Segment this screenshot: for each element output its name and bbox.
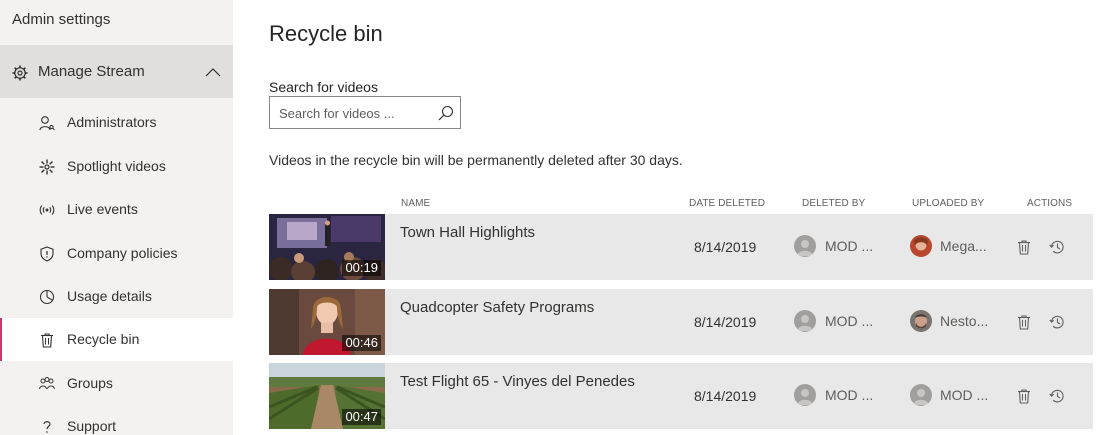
- sidebar-item-label: Groups: [67, 375, 113, 391]
- video-title[interactable]: Quadcopter Safety Programs: [400, 299, 594, 316]
- column-header-date-deleted[interactable]: DATE DELETED: [689, 198, 765, 209]
- gear-icon: [12, 65, 28, 81]
- column-header-deleted-by[interactable]: DELETED BY: [802, 198, 865, 209]
- sidebar-item-groups[interactable]: Groups: [0, 362, 233, 405]
- person-placeholder-icon: [913, 389, 929, 405]
- spotlight-icon: [39, 159, 55, 175]
- video-duration: 00:46: [342, 335, 381, 351]
- avatar: [794, 310, 816, 332]
- pie-chart-icon: [39, 289, 55, 305]
- video-duration: 00:19: [342, 260, 381, 276]
- search-box: [269, 96, 461, 129]
- video-title[interactable]: Test Flight 65 - Vinyes del Penedes: [400, 373, 635, 390]
- sidebar-item-label: Usage details: [67, 288, 152, 304]
- shield-icon: [40, 246, 54, 262]
- uploaded-by: Nesto...: [940, 313, 989, 329]
- sidebar-item-label: Company policies: [67, 245, 178, 261]
- user-photo: [910, 235, 932, 257]
- delete-icon[interactable]: [1016, 314, 1032, 330]
- video-title[interactable]: Town Hall Highlights: [400, 224, 535, 241]
- delete-icon[interactable]: [1016, 388, 1032, 404]
- sidebar-item-label: Support: [67, 418, 117, 434]
- column-header-uploaded-by[interactable]: UPLOADED BY: [912, 198, 984, 209]
- sidebar-item-recycle-bin[interactable]: Recycle bin: [0, 318, 233, 361]
- person-placeholder-icon: [797, 389, 813, 405]
- user-photo: [910, 310, 932, 332]
- sidebar-item-administrators[interactable]: Administrators: [0, 101, 233, 144]
- video-thumbnail[interactable]: 00:46: [269, 289, 385, 355]
- deleted-by: MOD ...: [825, 238, 874, 254]
- sidebar-item-live-events[interactable]: Live events: [0, 188, 233, 231]
- table-row[interactable]: 00:19 Town Hall Highlights 8/14/2019 MOD…: [269, 214, 1093, 280]
- groups-icon: [39, 377, 55, 390]
- video-thumbnail[interactable]: 00:47: [269, 363, 385, 429]
- deleted-by: MOD ...: [825, 387, 874, 403]
- delete-icon[interactable]: [1016, 239, 1032, 255]
- video-duration: 00:47: [342, 409, 381, 425]
- avatar: [910, 384, 932, 406]
- sidebar: Admin settings Manage Stream Administrat…: [0, 0, 233, 435]
- video-thumbnail[interactable]: 00:19: [269, 214, 385, 280]
- sidebar-item-support[interactable]: Support: [0, 405, 233, 435]
- sidebar-section-manage-stream[interactable]: Manage Stream: [0, 45, 233, 98]
- search-input[interactable]: [279, 103, 434, 123]
- column-header-actions: ACTIONS: [1027, 198, 1073, 209]
- retention-notice: Videos in the recycle bin will be perman…: [269, 152, 683, 168]
- person-placeholder-icon: [797, 315, 813, 331]
- restore-icon[interactable]: [1049, 239, 1065, 255]
- sidebar-title: Admin settings: [12, 11, 111, 28]
- restore-icon[interactable]: [1049, 314, 1065, 330]
- page-title: Recycle bin: [269, 21, 383, 46]
- sidebar-item-usage-details[interactable]: Usage details: [0, 275, 233, 318]
- deleted-by: MOD ...: [825, 313, 874, 329]
- column-header-name[interactable]: NAME: [401, 198, 430, 209]
- sidebar-item-label: Administrators: [67, 114, 157, 130]
- avatar: [794, 235, 816, 257]
- sidebar-item-label: Live events: [67, 201, 138, 217]
- avatar: [910, 235, 932, 257]
- date-deleted: 8/14/2019: [694, 388, 757, 404]
- sidebar-section-label: Manage Stream: [38, 63, 145, 80]
- restore-icon[interactable]: [1049, 388, 1065, 404]
- person-placeholder-icon: [797, 240, 813, 256]
- sidebar-item-spotlight-videos[interactable]: Spotlight videos: [0, 145, 233, 188]
- date-deleted: 8/14/2019: [694, 314, 757, 330]
- chevron-up-icon[interactable]: [205, 67, 221, 77]
- sidebar-item-label: Spotlight videos: [67, 158, 166, 174]
- sidebar-item-company-policies[interactable]: Company policies: [0, 232, 233, 275]
- search-icon[interactable]: [438, 105, 454, 121]
- uploaded-by: Mega...: [940, 238, 987, 254]
- table-row[interactable]: 00:46 Quadcopter Safety Programs 8/14/20…: [269, 289, 1093, 355]
- avatar: [794, 384, 816, 406]
- trash-icon: [41, 333, 53, 348]
- sidebar-item-label: Recycle bin: [67, 331, 140, 347]
- admin-person-icon: [39, 116, 55, 131]
- table-row[interactable]: 00:47 Test Flight 65 - Vinyes del Penede…: [269, 363, 1093, 429]
- avatar: [910, 310, 932, 332]
- question-icon: [43, 421, 51, 433]
- date-deleted: 8/14/2019: [694, 239, 757, 255]
- search-label: Search for videos: [269, 79, 378, 95]
- uploaded-by: MOD ...: [940, 387, 989, 403]
- live-broadcast-icon: [39, 205, 55, 215]
